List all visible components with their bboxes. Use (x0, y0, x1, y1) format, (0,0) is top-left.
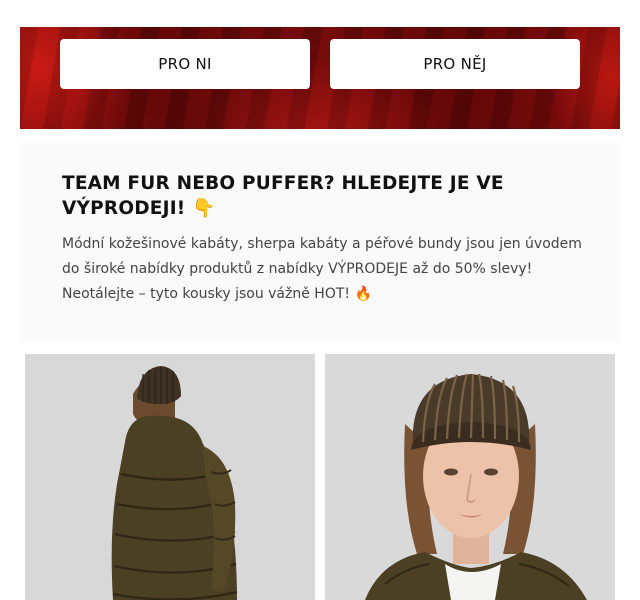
promo-headline: TEAM FUR NEBO PUFFER? HLEDEJTE JE VE VÝP… (62, 173, 504, 219)
hero-banner: PRO NI PRO NĚJ (20, 27, 620, 129)
email-page: PRO NI PRO NĚJ TEAM FUR NEBO PUFFER? HLE… (0, 0, 640, 600)
puffer-back-illustration (25, 354, 315, 600)
promo-body: Módní kožešinové kabáty, sherpa kabáty a… (62, 236, 582, 302)
promo-text-block: TEAM FUR NEBO PUFFER? HLEDEJTE JE VE VÝP… (20, 143, 620, 343)
product-image-puffer-back[interactable] (25, 354, 315, 600)
product-image-beanie-portrait[interactable] (325, 354, 615, 600)
for-her-button[interactable]: PRO NI (60, 39, 310, 89)
beanie-portrait-illustration (325, 354, 615, 600)
for-him-button[interactable]: PRO NĚJ (330, 39, 580, 89)
